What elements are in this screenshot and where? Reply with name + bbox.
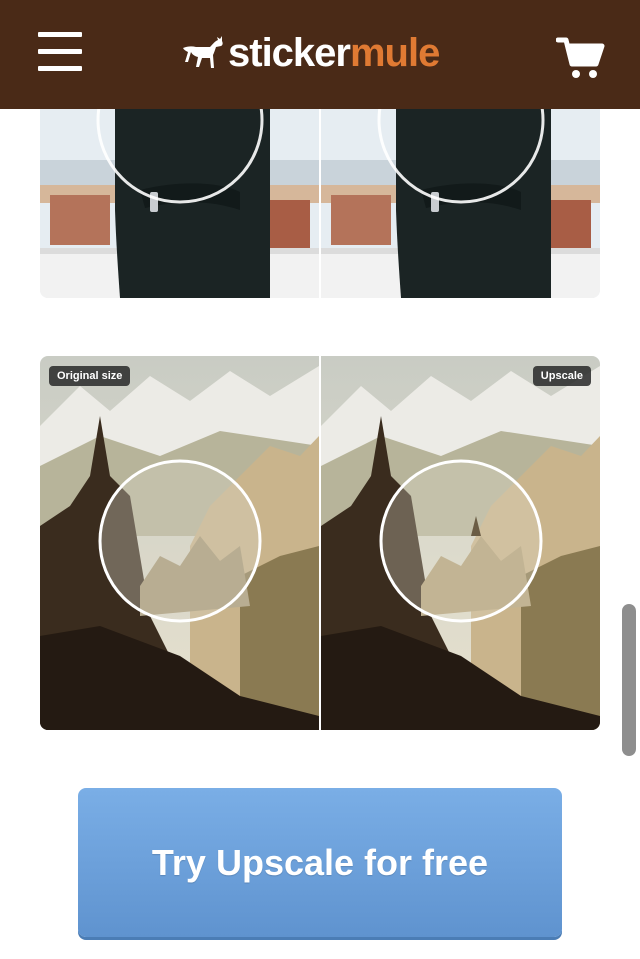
logo-text-sticker: sticker [228, 30, 351, 75]
stickermule-logo[interactable]: stickermule [180, 28, 440, 78]
comparison-divider[interactable] [319, 100, 321, 298]
castle-original-image [40, 356, 319, 730]
upscale-badge: Upscale [532, 366, 591, 386]
menu-line [38, 66, 82, 71]
hamburger-menu-icon[interactable] [38, 32, 82, 72]
mule-icon [183, 36, 223, 68]
portrait-upscale-image [321, 100, 600, 298]
portrait-original-half [40, 100, 319, 298]
portrait-comparison-image [40, 100, 600, 298]
castle-comparison-image: Original size Upscale [40, 356, 600, 730]
castle-upscale-image [321, 356, 600, 730]
portrait-upscale-half [321, 100, 600, 298]
try-upscale-button[interactable]: Try Upscale for free [78, 788, 562, 937]
menu-line [38, 49, 82, 54]
menu-line [38, 32, 82, 37]
logo-text-mule: mule [349, 30, 440, 75]
comparison-divider[interactable] [319, 356, 321, 730]
portrait-original-image [40, 100, 319, 298]
shopping-cart-icon[interactable] [555, 36, 606, 80]
castle-original-half: Original size [40, 356, 319, 730]
castle-upscale-half: Upscale [321, 356, 600, 730]
scrollbar-thumb[interactable] [622, 604, 636, 756]
original-size-badge: Original size [49, 366, 131, 386]
logo-wordmark: stickermule [228, 30, 440, 76]
top-navigation-bar: stickermule [0, 0, 640, 109]
